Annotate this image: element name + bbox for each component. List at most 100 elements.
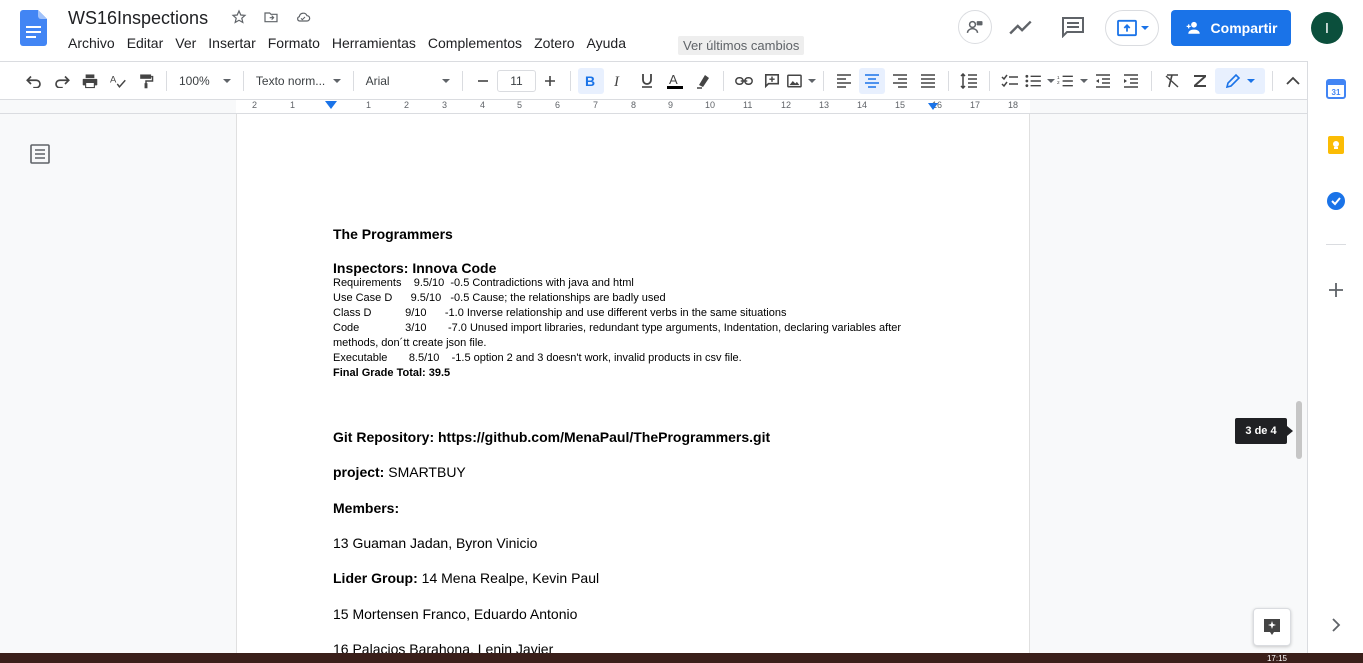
member-line: 15 Mortensen Franco, Eduardo Antonio [333,606,578,622]
insert-link-icon[interactable] [731,68,757,94]
left-indent-marker[interactable] [325,101,337,109]
align-right-icon[interactable] [887,68,913,94]
leader-label: Lider Group: [333,570,418,586]
chevron-down-icon [807,78,816,83]
ruler-tick: 13 [819,100,830,110]
pencil-icon [1225,73,1241,88]
grade-line: Executable 8.5/10 -1.5 option 2 and 3 do… [333,352,742,364]
numbered-list-icon[interactable]: 12 [1057,68,1089,94]
align-left-icon[interactable] [831,68,857,94]
add-comment-icon[interactable] [759,68,785,94]
member-line: 13 Guaman Jadan, Byron Vinicio [333,535,538,551]
italic-icon[interactable]: I [606,68,632,94]
ruler-tick: 9 [668,100,674,110]
menu-archivo[interactable]: Archivo [68,35,115,51]
decrease-indent-icon[interactable] [1090,68,1116,94]
cloud-status-icon[interactable] [294,8,312,26]
document-outline-icon[interactable] [30,144,50,169]
chevron-down-icon [1080,78,1089,83]
font-select[interactable]: Arial [360,68,457,94]
checklist-icon[interactable] [997,68,1023,94]
explore-icon [1264,619,1280,635]
menu-bar: Archivo Editar Ver Insertar Formato Herr… [68,35,638,51]
chevron-down-icon [1247,78,1256,83]
present-button[interactable] [1105,10,1159,46]
editing-mode-select[interactable] [1215,67,1266,94]
ruler-tick: 14 [857,100,868,110]
text-color-icon[interactable]: A [662,68,688,94]
align-justify-icon[interactable] [915,68,941,94]
calendar-day: 31 [1332,88,1341,97]
star-icon[interactable] [230,8,248,26]
ruler-tick: 2 [252,100,258,110]
menu-zotero[interactable]: Zotero [534,35,574,51]
docs-logo-icon[interactable] [20,10,47,46]
underline-icon[interactable] [634,68,660,94]
insert-image-icon[interactable] [786,68,816,94]
paint-format-icon[interactable] [133,68,159,94]
explore-button[interactable] [1253,608,1291,646]
style-select[interactable]: Texto norm... [250,68,347,94]
avatar[interactable]: I [1311,12,1343,44]
meeting-icon [966,20,983,33]
right-indent-marker[interactable] [928,103,938,110]
share-button[interactable]: Compartir [1171,10,1291,46]
meeting-button[interactable] [958,10,992,44]
bulleted-list-icon[interactable] [1024,68,1056,94]
document-page[interactable]: The Programmers Inspectors: Innova Code … [236,114,1030,653]
side-panel: 31 [1307,61,1363,653]
comments-icon[interactable] [1061,16,1085,43]
document-canvas[interactable]: The Programmers Inspectors: Innova Code … [0,114,1307,653]
ruler-tick: 17 [970,100,981,110]
toolbar-divider [569,70,571,91]
increase-indent-icon[interactable] [1118,68,1144,94]
svg-text:I: I [613,74,620,88]
redo-icon[interactable] [49,68,75,94]
print-icon[interactable] [77,68,103,94]
menu-insertar[interactable]: Insertar [208,35,255,51]
font-size-input[interactable]: 11 [497,69,536,92]
present-icon [1116,19,1137,37]
ruler-tick: 15 [895,100,906,110]
project-value: SMARTBUY [384,464,466,480]
ruler: 2 1 1 2 3 4 5 6 7 8 9 10 11 12 13 14 15 … [0,100,1307,114]
document-title[interactable]: WS16Inspections [68,8,208,29]
grade-line: methods, don´tt create json file. [333,337,487,349]
menu-ver[interactable]: Ver [175,35,196,51]
align-center-icon[interactable] [858,67,885,94]
grade-line: Code 3/10 -7.0 Unused import libraries, … [333,322,902,334]
increase-font-size-icon[interactable] [537,68,563,94]
menu-formato[interactable]: Formato [268,35,320,51]
last-changes-link[interactable]: Ver últimos cambios [678,36,805,55]
zotero-icon[interactable] [1187,68,1213,94]
tasks-icon[interactable] [1326,191,1346,211]
add-addon-icon[interactable] [1326,280,1346,300]
menu-ayuda[interactable]: Ayuda [587,35,626,51]
spellcheck-icon[interactable]: A [105,68,131,94]
clear-formatting-icon[interactable] [1159,68,1185,94]
vertical-scrollbar[interactable] [1296,401,1302,459]
team-title: The Programmers [333,226,453,242]
keep-icon[interactable] [1326,135,1346,155]
ruler-tick: 6 [555,100,561,110]
move-folder-icon[interactable] [262,8,280,26]
bold-icon[interactable]: B [577,67,604,94]
calendar-icon[interactable]: 31 [1326,79,1346,99]
highlight-color-icon[interactable] [690,68,716,94]
activity-trend-icon[interactable] [1008,16,1034,43]
ruler-tick: 3 [442,100,448,110]
ruler-tick: 11 [743,100,753,110]
ruler-tick: 4 [480,100,486,110]
decrease-font-size-icon[interactable] [470,68,496,94]
collapse-toolbar-icon[interactable] [1280,68,1306,94]
line-spacing-icon[interactable] [956,68,982,94]
chevron-right-icon[interactable] [1326,615,1346,635]
menu-editar[interactable]: Editar [127,35,164,51]
chevron-down-icon [442,78,451,83]
menu-herramientas[interactable]: Herramientas [332,35,416,51]
ruler-tick: 18 [1008,100,1019,110]
undo-icon[interactable] [21,68,47,94]
document-body[interactable]: The Programmers Inspectors: Innova Code … [333,226,953,653]
menu-complementos[interactable]: Complementos [428,35,522,51]
zoom-select[interactable]: 100% [173,68,237,94]
